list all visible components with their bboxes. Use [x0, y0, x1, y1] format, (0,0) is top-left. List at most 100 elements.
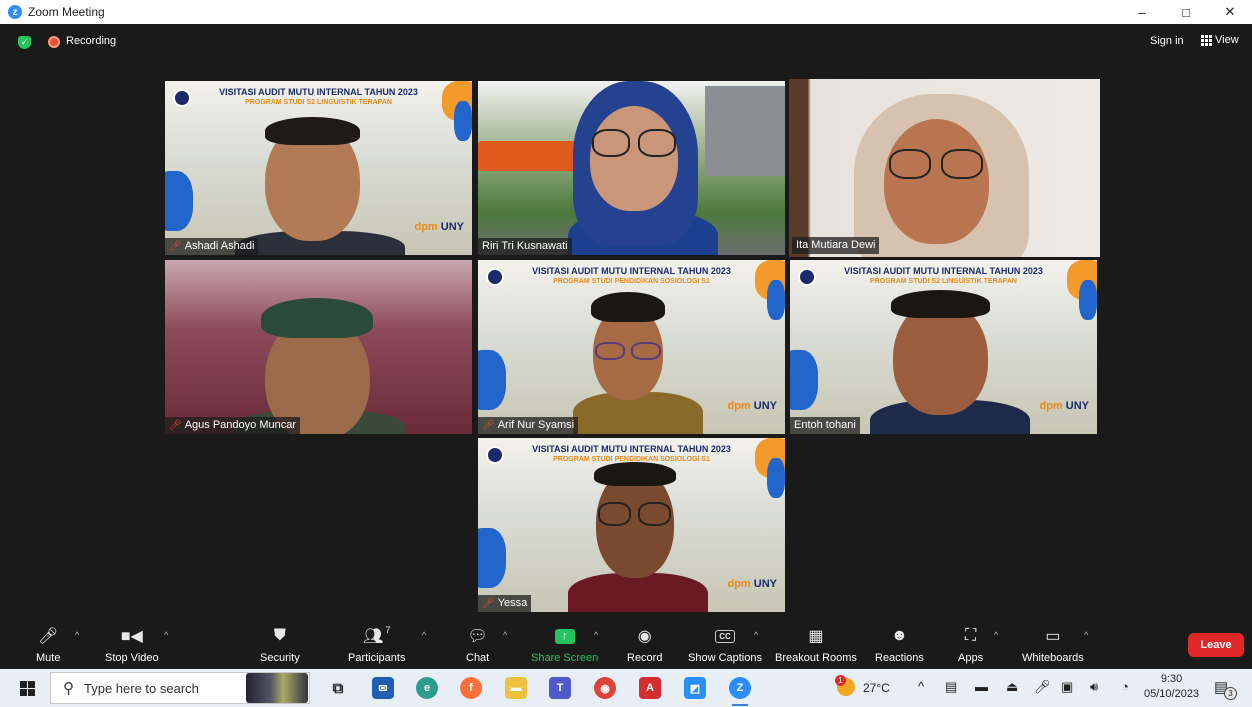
notification-count-badge: 3	[1224, 687, 1237, 700]
whiteboards-options-caret-icon[interactable]: ^	[1084, 630, 1088, 640]
video-tile-active-speaker[interactable]: Ita Mutiara Dewi	[789, 79, 1100, 257]
shield-icon: ⛊	[273, 627, 286, 644]
window-title: Zoom Meeting	[28, 5, 105, 19]
whiteboards-button[interactable]: ▭ Whiteboards	[1022, 625, 1084, 664]
record-button[interactable]: ◉ Record	[627, 625, 662, 664]
record-icon: ◉	[637, 628, 652, 645]
weather-sun-icon[interactable]	[835, 675, 855, 696]
recording-label[interactable]: Recording	[66, 35, 116, 47]
participant-name-tag: 🎤︎ Agus Pandoyo Muncar	[165, 417, 300, 434]
keyboard-icon[interactable]: ▤	[945, 679, 957, 695]
share-options-caret-icon[interactable]: ^	[594, 630, 598, 640]
show-hidden-icons-chevron-icon[interactable]: ^	[918, 679, 924, 694]
apps-options-caret-icon[interactable]: ^	[994, 630, 998, 640]
meeting-controls-toolbar: 🎤︎ Mute ^ ■◀ Stop Video ^ ⛊ Security 👥︎ 7…	[0, 620, 1252, 668]
muted-mic-icon: 🎤︎	[169, 419, 182, 431]
edge-browser-icon[interactable]: e	[416, 677, 438, 699]
closed-captions-icon: CC	[715, 625, 735, 647]
mail-icon[interactable]: ✉	[372, 677, 394, 699]
participant-face	[590, 106, 678, 211]
window-title-bar: z Zoom Meeting – □ ✕	[0, 0, 1252, 24]
slide-title: VISITASI AUDIT MUTU INTERNAL TAHUN 2023	[844, 266, 1043, 276]
teams-icon[interactable]: T	[549, 677, 571, 699]
meeting-top-bar: ✓ Recording Sign in View	[0, 24, 1252, 60]
task-view-icon[interactable]: ⧉	[327, 677, 349, 699]
video-options-caret-icon[interactable]: ^	[164, 630, 168, 640]
video-tile[interactable]: VISITASI AUDIT MUTU INTERNAL TAHUN 2023 …	[478, 438, 785, 612]
participants-count: 7	[385, 625, 391, 635]
search-placeholder: Type here to search	[84, 680, 199, 696]
participant-name: Arif Nur Syamsi	[497, 419, 575, 431]
captions-options-caret-icon[interactable]: ^	[754, 630, 758, 640]
video-tile[interactable]: VISITASI AUDIT MUTU INTERNAL TAHUN 2023 …	[478, 260, 785, 434]
video-tile[interactable]: 🎤︎ Agus Pandoyo Muncar	[165, 260, 472, 434]
view-button[interactable]: View	[1201, 34, 1239, 46]
encryption-shield-icon[interactable]: ✓	[18, 36, 31, 49]
zoom-taskbar-icon[interactable]: Z	[729, 677, 751, 706]
participants-button[interactable]: 👥︎ 7 Participants	[348, 625, 405, 664]
video-tile[interactable]: Riri Tri Kusnawati	[478, 81, 785, 255]
security-button[interactable]: ⛊ Security	[260, 625, 300, 664]
search-icon: ⚲	[63, 680, 74, 697]
windows-start-icon[interactable]	[20, 681, 35, 696]
muted-mic-icon: 🎤︎	[169, 240, 182, 252]
participant-name: Yessa	[497, 597, 528, 609]
breakout-rooms-button[interactable]: ▦ Breakout Rooms	[775, 625, 857, 664]
search-highlight-image[interactable]	[246, 673, 308, 703]
acrobat-reader-icon[interactable]: A	[639, 677, 661, 699]
participant-name: Ashadi Ashadi	[184, 240, 255, 252]
muted-mic-icon: 🎤︎	[482, 597, 495, 609]
video-camera-icon: ■◀	[120, 628, 143, 645]
leave-button[interactable]: Leave	[1188, 633, 1244, 657]
slide-title: VISITASI AUDIT MUTU INTERNAL TAHUN 2023	[532, 444, 731, 454]
slide-subtitle: PROGRAM STUDI S2 LINGUISTIK TERAPAN	[245, 99, 392, 106]
clock-date: 05/10/2023	[1144, 688, 1200, 700]
slide-title: VISITASI AUDIT MUTU INTERNAL TAHUN 2023	[219, 87, 418, 97]
share-screen-button[interactable]: ↑ Share Screen	[531, 625, 598, 664]
whiteboard-icon: ▭	[1045, 628, 1061, 645]
reactions-button[interactable]: ☻ Reactions	[875, 625, 924, 664]
volume-icon[interactable]: 🔊︎	[1090, 679, 1098, 695]
chat-button[interactable]: 💬︎ Chat	[466, 625, 489, 664]
dpm-uny-logo: dpm UNY	[727, 400, 777, 412]
display-icon[interactable]: ▣	[1061, 679, 1073, 695]
participant-name: Ita Mutiara Dewi	[796, 239, 876, 251]
photos-icon[interactable]: ◩	[684, 677, 706, 699]
taskbar-clock[interactable]: 9:30 05/10/2023	[1144, 672, 1199, 702]
file-explorer-icon[interactable]: ▬	[505, 677, 527, 699]
show-captions-button[interactable]: CC Show Captions	[688, 625, 762, 664]
weather-temperature[interactable]: 27°C	[863, 681, 890, 695]
emoji-reaction-icon: ☻	[891, 627, 908, 644]
dpm-uny-logo: dpm UNY	[727, 578, 777, 590]
close-button[interactable]: ✕	[1208, 0, 1252, 24]
video-tile[interactable]: VISITASI AUDIT MUTU INTERNAL TAHUN 2023 …	[165, 81, 472, 255]
microphone-tray-icon[interactable]: 🎤︎	[1034, 679, 1051, 695]
firefox-icon[interactable]: f	[460, 677, 482, 699]
mute-options-caret-icon[interactable]: ^	[75, 630, 79, 640]
view-label: View	[1215, 34, 1239, 46]
participant-name: Agus Pandoyo Muncar	[184, 419, 296, 431]
mute-button[interactable]: 🎤︎ Mute	[36, 625, 60, 664]
video-tile[interactable]: VISITASI AUDIT MUTU INTERNAL TAHUN 2023 …	[790, 260, 1097, 434]
wifi-icon[interactable]: ◔	[1121, 679, 1129, 694]
zoom-logo-icon: z	[8, 5, 22, 19]
dpm-uny-logo: dpm UNY	[414, 221, 464, 233]
participants-options-caret-icon[interactable]: ^	[422, 630, 426, 640]
stop-video-button[interactable]: ■◀ Stop Video	[105, 625, 159, 664]
maximize-button[interactable]: □	[1164, 0, 1208, 24]
slide-subtitle: PROGRAM STUDI PENDIDIKAN SOSIOLOGI S1	[553, 278, 710, 285]
windows-taskbar: ⚲ Type here to search ⧉ ✉ e f ▬ T ◉ A ◩ …	[0, 669, 1252, 707]
participant-name-tag: Ita Mutiara Dewi	[792, 237, 880, 254]
usb-device-icon[interactable]: ⏏	[1006, 679, 1018, 695]
participant-name: Riri Tri Kusnawati	[482, 240, 568, 252]
sign-in-link[interactable]: Sign in	[1150, 35, 1184, 47]
share-screen-icon: ↑	[554, 625, 575, 647]
battery-icon[interactable]: ▬	[975, 679, 988, 694]
participant-name: Entoh tohani	[794, 419, 856, 431]
chrome-icon[interactable]: ◉	[594, 677, 616, 699]
chat-options-caret-icon[interactable]: ^	[503, 630, 507, 640]
slide-subtitle: PROGRAM STUDI S2 LINGUISTIK TERAPAN	[870, 278, 1017, 285]
apps-button[interactable]: ⛶ Apps	[958, 625, 983, 664]
participant-name-tag: Riri Tri Kusnawati	[478, 238, 572, 255]
minimize-button[interactable]: –	[1120, 0, 1164, 24]
